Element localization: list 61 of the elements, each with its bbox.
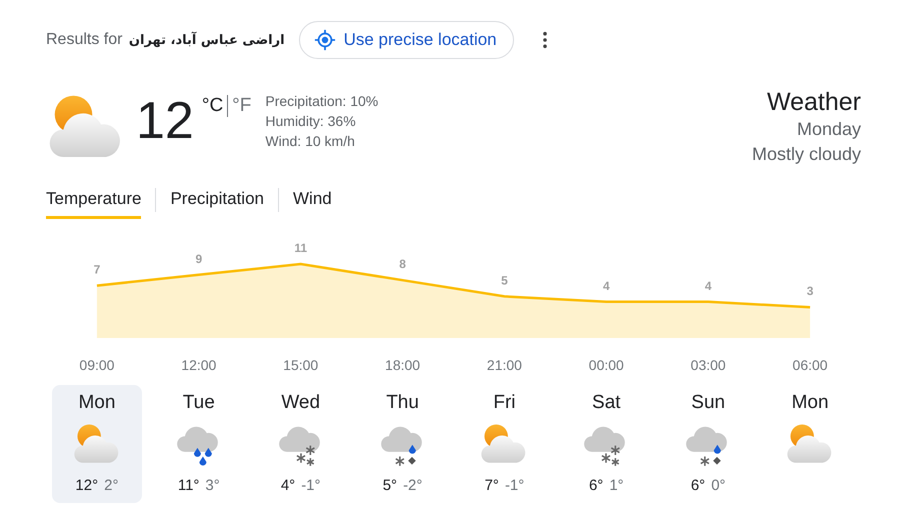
day-card[interactable]: Mon <box>765 385 855 503</box>
weather-detail: Humidity: 36% <box>265 112 357 131</box>
low-temperature: -2° <box>403 477 422 494</box>
data-label: 3 <box>806 284 814 298</box>
high-temperature: 4° <box>280 477 296 494</box>
high-temperature: 7° <box>484 477 499 494</box>
day-name: Tue <box>182 391 215 415</box>
data-label: 7 <box>94 262 100 277</box>
day-card[interactable]: Thu 5° -2° <box>358 385 448 503</box>
high-temperature: 12° <box>75 477 98 494</box>
weather-detail: Precipitation: 10% <box>265 92 378 111</box>
time-label: 06:00 <box>792 357 828 373</box>
low-temperature: 2° <box>104 477 118 494</box>
time-label: 15:00 <box>283 357 318 373</box>
low-temperature: -1° <box>504 477 524 494</box>
day-label: Monday <box>796 118 861 141</box>
day-name: Mon <box>78 391 116 415</box>
day-name: Sat <box>592 391 621 415</box>
high-temperature: 6° <box>588 477 604 494</box>
time-label: 18:00 <box>385 357 420 373</box>
time-label: 09:00 <box>79 357 114 373</box>
data-label: 4 <box>602 278 610 293</box>
day-card[interactable]: Fri 7° -1° <box>460 385 550 503</box>
chart-tab[interactable]: Temperature <box>46 181 142 219</box>
unit-toggle[interactable]: °C <box>202 95 224 117</box>
data-label: 4 <box>704 278 712 293</box>
day-card[interactable]: Sat 6° 1° <box>561 385 652 503</box>
location-target-icon <box>314 29 336 51</box>
current-temperature: 12 <box>136 91 194 151</box>
day-name: Sun <box>691 391 726 415</box>
chart-tab[interactable]: Wind <box>293 181 332 219</box>
data-label: 11 <box>294 241 308 255</box>
day-card[interactable]: Tue 11° 3° <box>154 385 244 503</box>
weather-title: Weather <box>766 87 861 117</box>
low-temperature: 0° <box>711 477 726 494</box>
unit-toggle[interactable]: °F <box>232 95 252 117</box>
low-temperature: -1° <box>301 477 321 494</box>
time-label: 12:00 <box>181 357 216 373</box>
high-temperature: 6° <box>690 477 706 494</box>
more-options-icon[interactable] <box>542 31 548 49</box>
precise-location-button[interactable]: Use precise location <box>298 21 514 59</box>
day-name: Mon <box>792 391 829 415</box>
day-name: Thu <box>386 391 419 415</box>
condition-label: Mostly cloudy <box>752 143 861 166</box>
low-temperature: 1° <box>609 477 624 494</box>
day-card[interactable]: Sun 6° 0° <box>663 385 754 503</box>
time-label: 00:00 <box>588 357 624 373</box>
day-name: Fri <box>493 391 516 415</box>
day-name: Wed <box>281 391 320 415</box>
low-temperature: 3° <box>205 477 220 494</box>
high-temperature: 5° <box>382 477 398 494</box>
day-card[interactable]: Mon 12° 2° <box>52 385 142 503</box>
data-label: 9 <box>195 252 202 266</box>
high-temperature: 11° <box>178 477 200 494</box>
time-label: 21:00 <box>486 357 522 373</box>
chart-tab[interactable]: Precipitation <box>170 181 264 219</box>
time-label: 03:00 <box>690 357 726 373</box>
data-label: 8 <box>399 257 406 272</box>
data-label: 5 <box>501 273 508 288</box>
weather-detail: Wind: 10 km/h <box>265 132 356 151</box>
day-card[interactable]: Wed 4° -1° <box>256 385 346 503</box>
